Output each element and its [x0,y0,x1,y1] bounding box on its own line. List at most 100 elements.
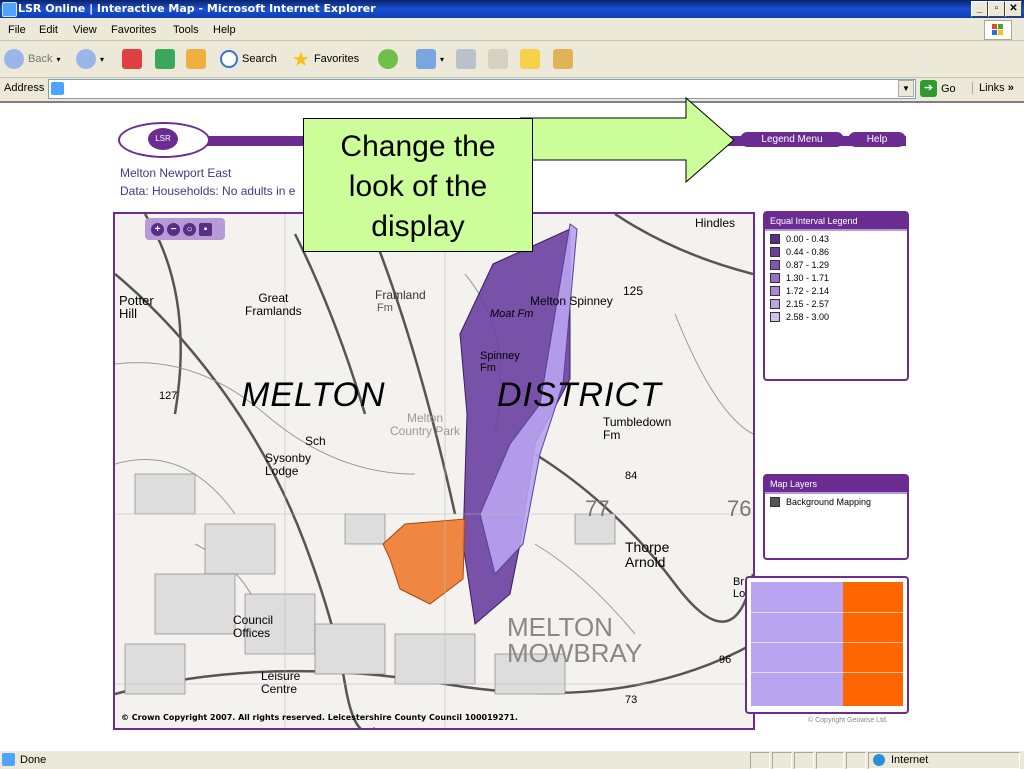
legend-item[interactable]: 0.87 - 1.29 [770,260,902,270]
legend-item[interactable]: 1.72 - 2.14 [770,286,902,296]
stop-button[interactable] [122,48,142,70]
label-77: 77 [585,496,610,521]
zoom-toolbar: + − ○ ▪ [145,218,225,240]
legend-item[interactable]: 0.44 - 0.86 [770,247,902,257]
chart-bar-purple [751,582,843,706]
stop-icon [122,49,142,69]
forward-arrow-icon [76,49,96,69]
label-thorpe-arnold: Thorpe Arnold [625,539,670,570]
map-layers-title: Map Layers [765,476,907,494]
address-dropdown-button[interactable]: ▼ [898,80,914,97]
back-button[interactable]: Back ▾ [4,48,60,70]
label-country-park: Melton Country Park [390,411,461,438]
edit-button[interactable] [488,48,508,70]
menu-tools[interactable]: Tools [173,24,199,36]
legend-item[interactable]: 2.15 - 2.57 [770,299,902,309]
go-button[interactable]: ➔ Go [920,80,956,97]
minimize-button[interactable]: _ [971,1,988,17]
lsr-logo[interactable]: LSR [118,122,210,158]
label-framland: Framland [375,288,426,302]
layer-checkbox[interactable] [770,497,780,507]
discuss-button[interactable] [520,48,540,70]
layer-background-mapping[interactable]: Background Mapping [770,497,902,507]
legend-item[interactable]: 0.00 - 0.43 [770,234,902,244]
label-melton-spinney: Melton Spinney [530,294,613,308]
map-copyright: © Crown Copyright 2007. All rights reser… [121,713,518,722]
menu-file[interactable]: File [8,24,26,36]
map-view[interactable]: Potter Hill Great Framlands Framland Fm … [113,212,755,730]
label-framland-fm: Fm [377,302,393,314]
chart-bar-orange [843,582,903,706]
label-potter-hill: Potter Hill [119,293,154,321]
label-council-offices: Council Offices [233,613,274,640]
label-96: 96 [719,654,732,666]
pan-icon[interactable]: ▪ [199,222,212,236]
legend-swatch [770,286,780,296]
zoom-in-icon[interactable]: + [151,222,164,236]
legend-swatch [770,247,780,257]
geowise-copyright: © Copyright Geowise Ltd. [808,717,888,724]
window-title: LSR Online | Interactive Map - Microsoft… [18,2,376,15]
ie-app-icon [2,2,17,17]
forward-button[interactable]: ▾ [76,48,104,70]
print-button[interactable] [456,48,476,70]
label-125: 125 [623,284,644,298]
windows-logo-icon [984,20,1012,40]
callout-arrow [520,96,735,184]
media-button[interactable] [378,48,398,70]
search-icon [220,50,238,68]
search-button[interactable]: Search [220,48,277,70]
legend-item[interactable]: 2.58 - 3.00 [770,312,902,322]
refresh-icon [155,49,175,69]
legend-swatch [770,299,780,309]
callout-box: Change the look of the display [303,118,533,252]
back-arrow-icon [4,49,24,69]
region-orange[interactable] [382,518,466,605]
messenger-button[interactable] [553,48,573,70]
home-button[interactable] [186,48,206,70]
label-district: DISTRICT [497,376,662,414]
close-button[interactable]: ✕ [1005,1,1022,17]
callout-line-2: look of the [348,170,488,203]
region-dark-purple[interactable] [459,228,571,625]
zoom-extent-icon[interactable]: ○ [183,222,196,236]
label-tumbledown: Tumbledown Fm [603,415,672,442]
help-button[interactable]: Help [848,132,906,147]
address-bar: Address ▼ ➔ Go Links » [0,78,1024,100]
area-name: Melton Newport East [120,166,232,180]
label-great-framlands: Great Framlands [245,291,302,318]
legend-list: 0.00 - 0.43 0.44 - 0.86 0.87 - 1.29 1.30… [765,234,907,322]
legend-item[interactable]: 1.30 - 1.71 [770,273,902,283]
chart-panel [745,576,909,714]
legend-swatch [770,273,780,283]
label-84: 84 [625,470,638,482]
media-icon [378,49,398,69]
menu-edit[interactable]: Edit [39,24,58,36]
menu-view[interactable]: View [73,24,97,36]
callout-line-3: display [371,210,465,243]
internet-zone-icon [873,754,885,766]
map-layers-panel: Map Layers Background Mapping [763,474,909,560]
messenger-icon [553,49,573,69]
legend-panel: Equal Interval Legend 0.00 - 0.43 0.44 -… [763,211,909,381]
address-input[interactable] [48,79,916,99]
maximize-button[interactable]: ▫ [988,1,1005,17]
label-melton-mowbray: MELTON MOWBRAY [507,612,643,668]
label-moat-fm: Moat Fm [490,308,534,320]
zoom-out-icon[interactable]: − [167,222,180,236]
label-br-lo: Br Lo [733,576,746,600]
refresh-button[interactable] [155,48,175,70]
page-icon [51,82,64,95]
mail-button[interactable]: ▾ [416,48,444,70]
menu-favorites[interactable]: Favorites [111,24,156,36]
links-button[interactable]: Links » [972,82,1014,94]
legend-menu-button[interactable]: Legend Menu [740,132,844,147]
favorites-button[interactable]: ★ Favorites [292,48,359,71]
note-icon [520,49,540,69]
menu-help[interactable]: Help [213,24,236,36]
legend-title: Equal Interval Legend [765,213,907,231]
home-icon [186,49,206,69]
map-canvas [115,214,753,728]
favorites-star-icon: ★ [292,48,310,71]
status-text: Done [20,754,47,766]
